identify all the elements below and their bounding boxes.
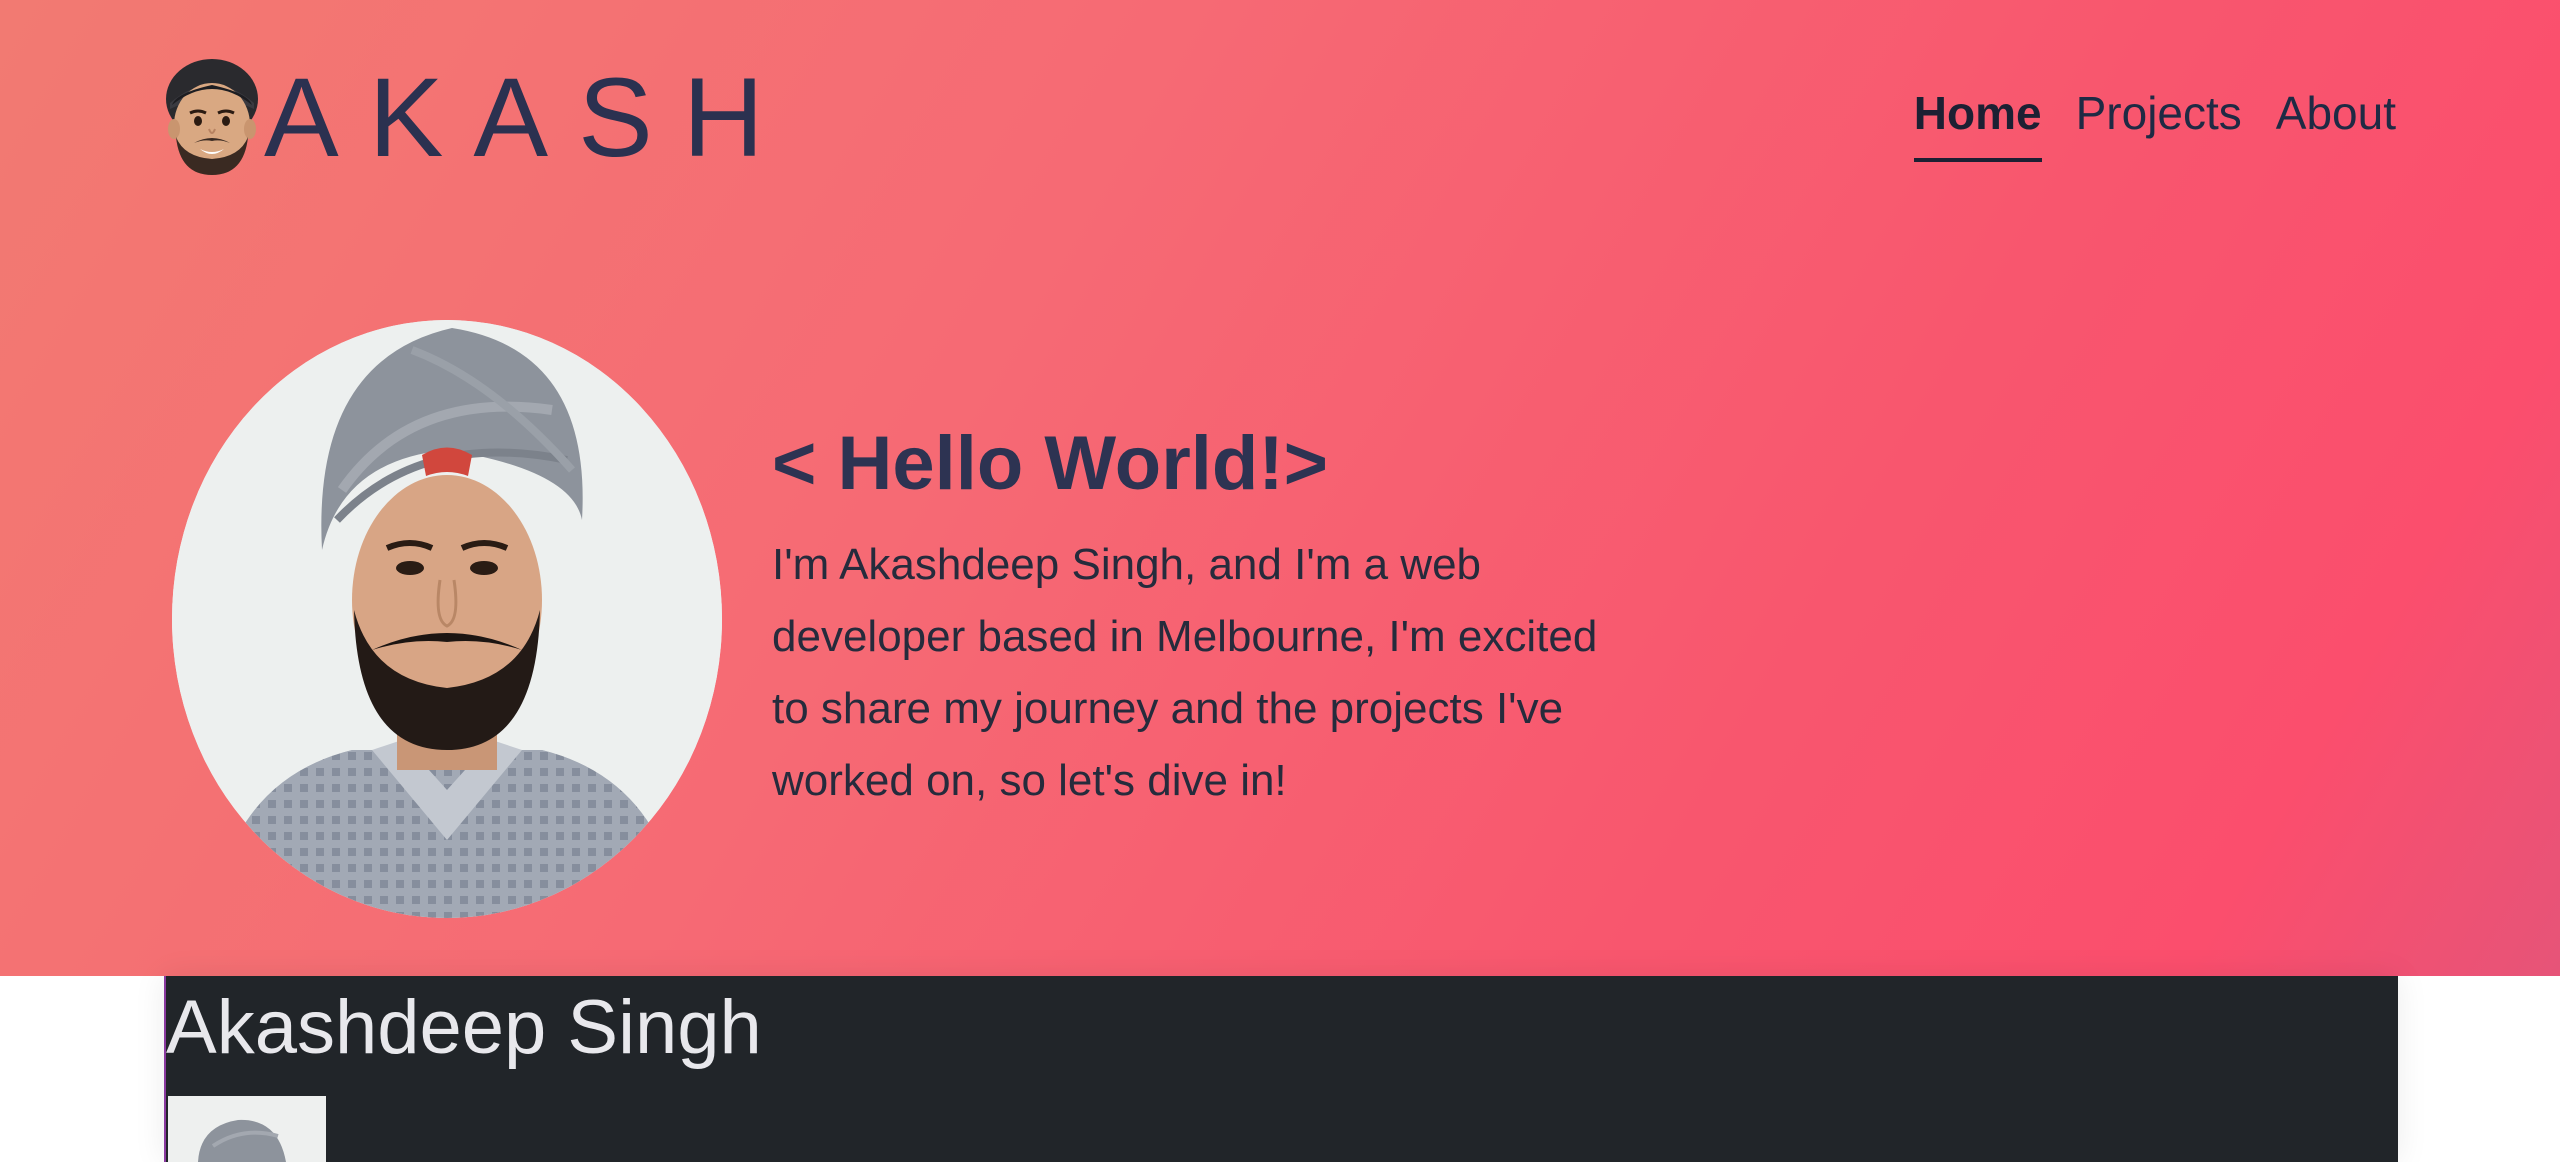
profile-photo xyxy=(172,320,722,918)
nav-about-link[interactable]: About xyxy=(2276,86,2396,162)
hero-line: to share my journey and the projects I'v… xyxy=(772,684,1564,734)
card-title: Akashdeep Singh xyxy=(166,985,762,1070)
profile-thumbnail[interactable] xyxy=(168,1096,326,1162)
hero-line: I'm Akashdeep Singh, and I'm a web xyxy=(772,540,1482,590)
intro-block: < Hello World!> I'm Akashdeep Singh, and… xyxy=(772,418,1672,817)
hero-line: worked on, so let's dive in! xyxy=(772,756,1287,806)
hero-description: I'm Akashdeep Singh, and I'm a web devel… xyxy=(772,529,1672,817)
hero-heading: < Hello World!> xyxy=(772,421,1329,506)
nav-projects-link[interactable]: Projects xyxy=(2076,86,2242,162)
hero-line: developer based in Melbourne, I'm excite… xyxy=(772,612,1598,662)
main-nav: Home Projects About xyxy=(1913,86,2396,162)
nav-home-link[interactable]: Home xyxy=(1913,86,2042,162)
brand-name: AKASH xyxy=(264,55,794,180)
profile-card: Akashdeep Singh xyxy=(164,976,2398,1162)
hero-section: AKASH Home Projects About < Hello World!… xyxy=(0,0,2560,976)
site-brand[interactable]: AKASH xyxy=(162,56,794,180)
memoji-avatar-icon xyxy=(162,59,262,177)
